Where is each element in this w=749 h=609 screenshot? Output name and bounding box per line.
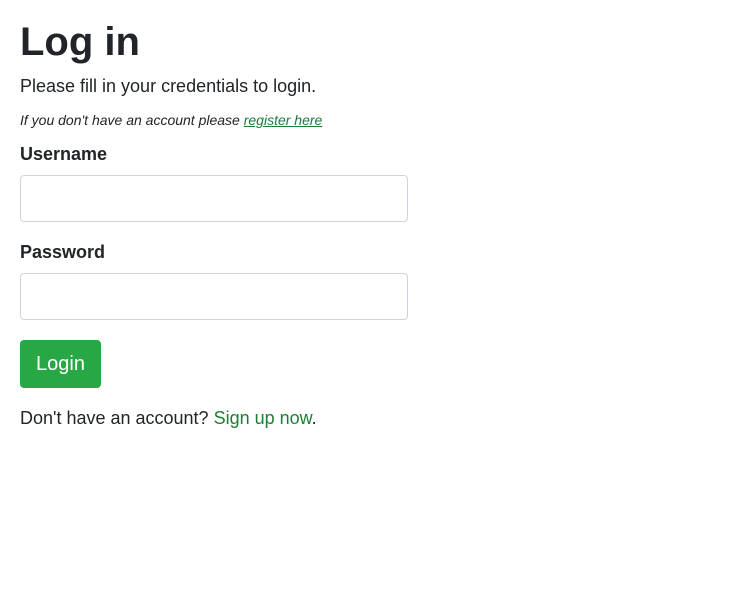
password-input[interactable] [20,273,408,320]
login-button[interactable]: Login [20,340,101,388]
signup-link[interactable]: Sign up now [214,408,312,428]
login-panel: Log in Please fill in your credentials t… [20,0,408,430]
username-group: Username [20,142,408,222]
username-input[interactable] [20,175,408,222]
intro-text: Please fill in your credentials to login… [20,76,317,96]
login-form: Username Password Login [20,142,408,388]
page-title: Log in [20,20,140,64]
signup-prompt-text: Don't have an account? [20,408,214,428]
register-note-text: If you don't have an account please [20,112,244,128]
register-link[interactable]: register here [244,112,323,128]
signup-prompt-suffix: . [311,408,317,428]
signup-prompt: Don't have an account? Sign up now. [20,406,408,430]
password-label: Password [20,242,106,262]
password-group: Password [20,240,408,320]
username-label: Username [20,144,108,164]
register-note: If you don't have an account please regi… [20,110,408,130]
